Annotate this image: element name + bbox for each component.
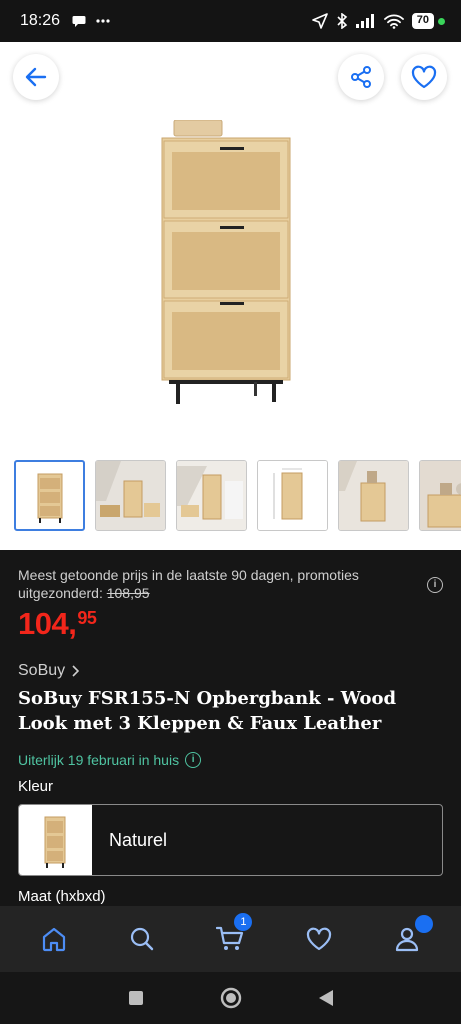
product-image[interactable] — [150, 120, 300, 410]
user-icon — [395, 927, 418, 952]
wishlist-button[interactable] — [401, 54, 447, 100]
more-dots-icon — [96, 19, 110, 23]
charging-dot — [438, 17, 445, 25]
delivery-text: Uiterlijk 19 februari in huis — [18, 752, 180, 768]
status-bar: 18:26 70 — [0, 0, 461, 42]
nav-home[interactable] — [28, 913, 80, 965]
old-price: 108,95 — [106, 585, 150, 601]
color-value: Naturel — [109, 829, 168, 850]
cart-badge: 1 — [234, 913, 253, 931]
chevron-right-icon — [72, 665, 80, 677]
price: 104, 95 — [18, 606, 97, 642]
price-note: Meest getoonde prijs in de laatste 90 da… — [18, 566, 408, 602]
nav-search[interactable] — [116, 913, 168, 965]
home-icon — [42, 927, 66, 952]
thumbnail-3[interactable] — [176, 460, 247, 531]
thumbnail-6[interactable] — [419, 460, 461, 531]
recents-icon[interactable] — [128, 990, 144, 1006]
color-selector[interactable]: Naturel — [18, 804, 443, 876]
product-gallery[interactable] — [0, 42, 461, 550]
thumbnail-strip[interactable] — [14, 460, 461, 531]
search-icon — [131, 927, 154, 951]
system-navigation — [0, 972, 461, 1024]
thumbnail-5[interactable] — [338, 460, 409, 531]
wifi-icon — [383, 14, 404, 29]
price-main: 104, — [18, 606, 77, 641]
back-button[interactable] — [13, 54, 59, 100]
brand-name: SoBuy — [18, 662, 66, 679]
battery-level: 70 — [411, 13, 434, 29]
thumbnail-4[interactable] — [257, 460, 328, 531]
delivery-info-icon[interactable]: i — [185, 752, 202, 768]
product-title: SoBuy FSR155-N Opbergbank - Wood Look me… — [18, 688, 397, 734]
nav-cart[interactable]: 1 — [204, 913, 256, 965]
heart-icon — [306, 927, 331, 951]
signal-icon — [355, 14, 374, 28]
nav-account[interactable] — [381, 913, 433, 965]
bluetooth-icon — [337, 13, 347, 29]
status-time: 18:26 — [20, 12, 61, 29]
delivery-info: Uiterlijk 19 februari in huis i — [18, 752, 202, 768]
thumbnail-1[interactable] — [14, 460, 85, 531]
location-icon — [311, 13, 328, 29]
color-label: Kleur — [18, 778, 54, 795]
thumbnail-2[interactable] — [95, 460, 166, 531]
account-notification-dot — [414, 915, 433, 933]
brand-link[interactable]: SoBuy — [18, 662, 80, 680]
heart-icon — [411, 65, 437, 89]
price-info-icon[interactable]: i — [427, 577, 443, 593]
share-icon — [351, 66, 371, 88]
price-cents: 95 — [77, 608, 97, 628]
size-label: Maat (hxbxd) — [18, 888, 106, 905]
back-arrow-icon — [25, 67, 47, 87]
bottom-navigation: 1 — [0, 906, 461, 972]
back-triangle-icon[interactable] — [318, 989, 334, 1007]
home-circle-icon[interactable] — [220, 987, 242, 1009]
share-button[interactable] — [338, 54, 384, 100]
message-icon — [72, 15, 86, 27]
price-note-text: Meest getoonde prijs in de laatste 90 da… — [18, 567, 359, 601]
color-swatch-image — [19, 805, 92, 875]
nav-wishlist[interactable] — [293, 913, 345, 965]
battery-indicator: 70 — [411, 13, 445, 29]
